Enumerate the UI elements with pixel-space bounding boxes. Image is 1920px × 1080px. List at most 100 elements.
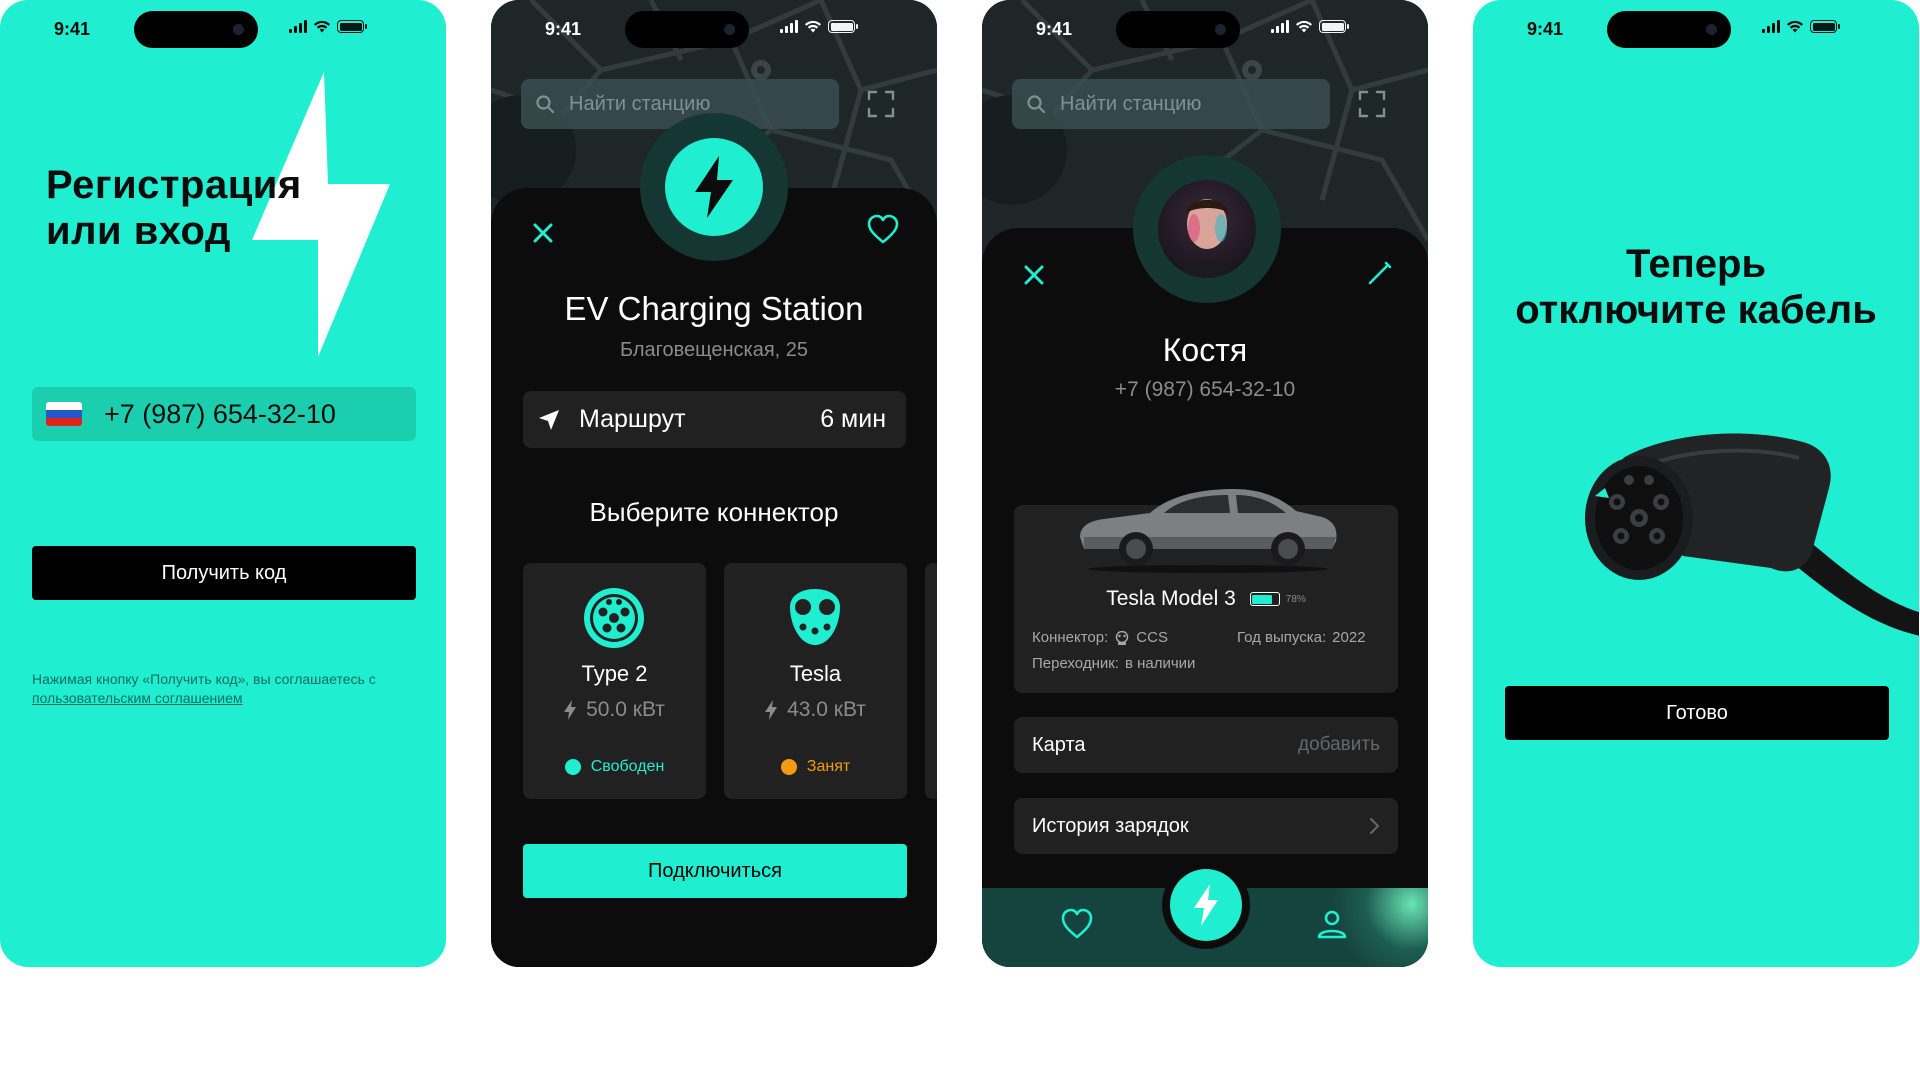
connector-card-tesla[interactable]: Tesla 43.0 кВт Занят [724, 563, 907, 799]
bolt-icon [564, 700, 577, 720]
screen-unplug: 9:41 Теперь отключите кабель Готово [1473, 0, 1919, 967]
status-time: 9:41 [1527, 19, 1564, 39]
car-year-label: Год выпуска: [1237, 629, 1327, 646]
page-title: Теперь отключите кабель [1515, 242, 1877, 332]
add-card-link[interactable]: добавить [1298, 734, 1380, 756]
status-time: 9:41 [1036, 19, 1073, 39]
connector-status: Занят [724, 758, 907, 776]
car-connector-label: Коннектор: [1032, 629, 1109, 646]
car-battery-icon [1249, 592, 1280, 606]
payment-card-label: Карта [1032, 733, 1086, 756]
car-year-value: 2022 [1332, 629, 1366, 646]
charging-history-row[interactable]: История зарядок [1014, 798, 1398, 854]
car-adapter-label: Переходник: [1032, 655, 1119, 672]
charging-plug-illustration [1585, 433, 1919, 636]
battery-icon [1319, 20, 1349, 33]
user-photo [1158, 180, 1256, 278]
status-bar: 9:41 [0, 0, 446, 60]
car-year: Год выпуска: 2022 [1237, 629, 1366, 646]
connector-heading: Выберите коннектор [589, 497, 839, 527]
status-bar: 9:41 [1473, 0, 1919, 60]
get-code-button[interactable]: Получить код [32, 546, 416, 600]
route-button[interactable]: Маршрут 6 мин [523, 391, 906, 448]
charging-history-label: История зарядок [1032, 814, 1189, 837]
phone-input[interactable]: +7 (987) 654-32-10 [32, 387, 416, 441]
status-bar: 9:41 [982, 0, 1428, 60]
search-input[interactable]: Найти станцию [1012, 79, 1330, 129]
charge-fab-button[interactable] [1170, 869, 1242, 941]
type2-connector-icon [584, 588, 644, 648]
payment-card-row[interactable]: Карта добавить [1014, 717, 1398, 773]
russia-flag-icon[interactable] [46, 402, 82, 426]
dynamic-island [1116, 11, 1240, 48]
car-model: Tesla Model 3 [1106, 587, 1236, 610]
screen-station: 9:41 Найти станцию EV Charging Station Б… [491, 0, 937, 967]
search-icon [536, 95, 555, 114]
connect-button[interactable]: Подключиться [523, 844, 907, 898]
avatar [1133, 155, 1281, 303]
close-icon[interactable] [525, 215, 561, 251]
connector-card-next[interactable] [925, 563, 937, 799]
connector-power: 43.0 кВт [724, 698, 907, 722]
car-name-row: Tesla Model 3 78% [1014, 587, 1398, 611]
connector-power-value: 50.0 кВт [586, 698, 665, 721]
car-adapter: Переходник: в наличии [1032, 655, 1195, 672]
connector-name: Type 2 [581, 661, 648, 686]
bolt-icon [765, 700, 778, 720]
status-dot [780, 759, 797, 775]
tesla-connector-icon [790, 589, 840, 645]
chevron-right-icon [1370, 818, 1380, 834]
heart-icon[interactable] [1058, 905, 1096, 943]
signal-icon [780, 20, 798, 33]
legal-text: Нажимая кнопку «Получить код», вы соглаш… [32, 670, 422, 708]
connector-card-type2[interactable]: Type 2 50.0 кВт Свободен [523, 563, 706, 799]
page-title: Регистрация или вход [46, 163, 302, 253]
done-button[interactable]: Готово [1505, 686, 1889, 740]
station-address: Благовещенская, 25 [619, 339, 809, 361]
car-connector: Коннектор: CCS [1032, 629, 1168, 646]
status-bar: 9:41 [491, 0, 937, 60]
edit-pencil-icon[interactable] [1362, 255, 1398, 291]
connector-power: 50.0 кВт [523, 698, 706, 722]
wifi-icon [1296, 20, 1312, 33]
dynamic-island [134, 11, 258, 48]
wifi-icon [805, 20, 821, 33]
status-time: 9:41 [54, 19, 91, 39]
signal-icon [289, 20, 307, 33]
screen-login: 9:41 Регистрация или вход +7 (987) 654-3… [0, 0, 446, 967]
car-image [1080, 489, 1337, 573]
station-badge [640, 113, 788, 261]
route-label: Маршрут [579, 405, 686, 433]
car-connector-value: CCS [1136, 629, 1168, 646]
connector-status-label: Свободен [590, 758, 665, 775]
signal-icon [1271, 20, 1289, 33]
status-icons [780, 20, 858, 33]
legal-text-body: Нажимая кнопку «Получить код», вы соглаш… [32, 671, 376, 687]
user-name: Костя [1162, 332, 1248, 368]
status-icons [1271, 20, 1349, 33]
search-placeholder[interactable]: Найти станцию [1060, 93, 1201, 116]
signal-icon [1762, 20, 1780, 33]
screen-profile: 9:41 Найти станцию Костя +7 (987) 654-32… [982, 0, 1428, 967]
search-placeholder[interactable]: Найти станцию [569, 93, 710, 116]
car-adapter-value: в наличии [1124, 655, 1196, 672]
status-icons [1762, 20, 1840, 33]
connector-status-label: Занят [806, 758, 851, 775]
phone-value[interactable]: +7 (987) 654-32-10 [104, 399, 336, 430]
search-icon [1027, 95, 1046, 114]
status-dot [564, 759, 581, 775]
user-icon[interactable] [1313, 905, 1351, 943]
fullscreen-icon[interactable] [1354, 86, 1390, 122]
connector-power-value: 43.0 кВт [787, 698, 866, 721]
bolt-icon [1194, 884, 1218, 926]
dynamic-island [1607, 11, 1731, 48]
car-battery-pct: 78% [1285, 593, 1306, 605]
fullscreen-icon[interactable] [863, 86, 899, 122]
status-time: 9:41 [545, 19, 582, 39]
close-icon[interactable] [1016, 257, 1052, 293]
battery-icon [828, 20, 858, 33]
wifi-icon [1787, 20, 1803, 33]
user-agreement-link[interactable]: пользовательским соглашением [32, 690, 243, 706]
heart-icon[interactable] [865, 212, 901, 248]
car-card[interactable]: Tesla Model 3 78% Коннектор: CCS Год вып… [1014, 489, 1398, 693]
